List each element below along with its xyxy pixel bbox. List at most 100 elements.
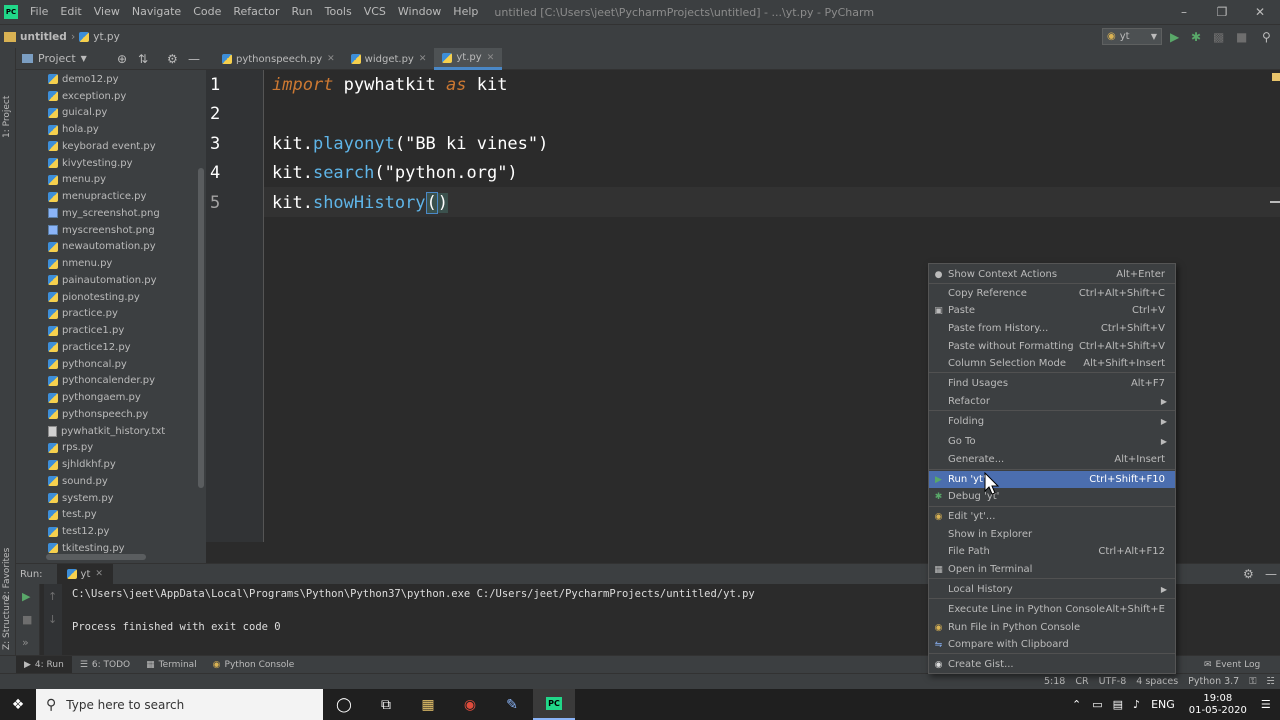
battery-icon[interactable]: ▭ [1092,698,1102,711]
tree-file-item[interactable]: pythonspeech.py [16,406,196,423]
context-menu-item-show-in-explorer[interactable]: Show in Explorer [929,526,1175,543]
tree-file-item[interactable]: practice12.py [16,339,196,356]
close-icon[interactable]: ✕ [95,569,103,579]
context-menu-item-generate[interactable]: Generate... Alt+Insert [929,451,1175,468]
tab-run[interactable]: ▶ 4: Run [16,655,72,674]
context-menu-item-folding[interactable]: Folding ▶ [929,413,1175,430]
indent-setting[interactable]: 4 spaces [1136,676,1178,687]
tab-widget[interactable]: widget.py ✕ [343,48,435,70]
context-menu-item-paste[interactable]: ▣ Paste Ctrl+V [929,302,1175,319]
notification-center-icon[interactable]: ☰ [1261,698,1271,711]
run-tab-yt[interactable]: yt ✕ [56,564,113,584]
minimize-button[interactable]: – [1164,0,1204,24]
chrome-icon[interactable]: ◉ [449,689,491,720]
menu-view[interactable]: View [88,0,126,24]
language-indicator[interactable]: ENG [1151,698,1175,711]
coverage-button[interactable]: ▩ [1213,30,1224,44]
menu-help[interactable]: Help [447,0,484,24]
volume-icon[interactable]: ♪ [1133,698,1140,711]
menu-tools[interactable]: Tools [319,0,358,24]
notepad-icon[interactable]: ✎ [491,689,533,720]
context-menu-item-copy-reference[interactable]: Copy Reference Ctrl+Alt+Shift+C [929,285,1175,302]
tree-file-item[interactable]: sjhldkhf.py [16,456,196,473]
context-menu-item-refactor[interactable]: Refactor ▶ [929,393,1175,410]
hide-panel-icon[interactable]: — [188,52,200,66]
context-menu-item-debug-yt[interactable]: ✱ Debug 'yt' [929,488,1175,505]
structure-tool-tab[interactable]: Z: Structure [2,596,12,650]
menu-window[interactable]: Window [392,0,447,24]
tree-file-item[interactable]: menu.py [16,172,196,189]
context-menu-item-create-gist[interactable]: ◉ Create Gist... [929,656,1175,673]
menu-run[interactable]: Run [286,0,319,24]
context-menu-item-go-to[interactable]: Go To ▶ [929,433,1175,450]
tree-horizontal-scrollbar[interactable] [46,554,146,560]
context-menu-item-run-yt[interactable]: ▶ Run 'yt' Ctrl+Shift+F10 [929,471,1175,488]
tree-file-item[interactable]: pythongaem.py [16,389,196,406]
stop-icon[interactable]: ■ [22,613,32,626]
event-log-button[interactable]: ✉ Event Log [1196,656,1268,674]
tree-file-item[interactable]: demo12.py [16,71,196,88]
file-explorer-icon[interactable]: ▦ [407,689,449,720]
collapse-all-icon[interactable]: ⇅ [138,52,148,66]
tree-file-item[interactable]: pionotesting.py [16,289,196,306]
context-menu-item-edit-yt[interactable]: ◉ Edit 'yt'... [929,508,1175,525]
task-view-icon[interactable]: ⧉ [365,689,407,720]
search-icon[interactable]: ⚲ [1262,30,1271,44]
tree-file-item[interactable]: painautomation.py [16,272,196,289]
menu-file[interactable]: File [24,0,54,24]
context-menu-item-column-selection-mode[interactable]: Column Selection Mode Alt+Shift+Insert [929,355,1175,372]
caret-position[interactable]: 5:18 [1044,676,1065,687]
context-menu-item-file-path[interactable]: File Path Ctrl+Alt+F12 [929,543,1175,560]
menu-vcs[interactable]: VCS [358,0,392,24]
tab-python-console[interactable]: ◉ Python Console [205,656,303,674]
tab-yt[interactable]: yt.py ✕ [434,48,503,70]
context-menu-item-paste-from-history[interactable]: Paste from History... Ctrl+Shift+V [929,320,1175,337]
menu-navigate[interactable]: Navigate [126,0,187,24]
tree-scrollbar[interactable] [198,168,204,488]
context-menu-item-open-in-terminal[interactable]: ▦ Open in Terminal [929,561,1175,578]
line-separator[interactable]: CR [1075,676,1088,687]
debug-button[interactable]: ✱ [1191,30,1201,44]
chevron-down-icon[interactable]: ▼ [81,54,87,63]
gear-icon[interactable]: ⚙ [1243,567,1254,581]
tree-file-item[interactable]: test.py [16,507,196,524]
context-menu-item-execute-line-in-python-console[interactable]: Execute Line in Python Console Alt+Shift+… [929,601,1175,618]
tree-file-item[interactable]: menupractice.py [16,188,196,205]
tree-file-item[interactable]: practice1.py [16,322,196,339]
network-icon[interactable]: ▤ [1113,698,1123,711]
cortana-icon[interactable]: ◯ [323,689,365,720]
file-encoding[interactable]: UTF-8 [1099,676,1127,687]
tree-file-item[interactable]: exception.py [16,88,196,105]
tray-chevron-icon[interactable]: ⌃ [1072,698,1081,711]
windows-start-icon[interactable]: ❖ [0,689,36,720]
close-icon[interactable]: ✕ [327,54,335,64]
context-menu-item-local-history[interactable]: Local History ▶ [929,581,1175,598]
tab-terminal[interactable]: ▦ Terminal [138,656,205,674]
close-icon[interactable]: ✕ [419,54,427,64]
tree-file-item[interactable]: test12.py [16,523,196,540]
notifications-icon[interactable]: ☵ [1266,676,1275,687]
python-interpreter[interactable]: Python 3.7 [1188,676,1239,687]
project-view-select[interactable]: Project [38,52,76,65]
tree-file-item[interactable]: pywhatkit_history.txt [16,423,196,440]
menu-refactor[interactable]: Refactor [227,0,285,24]
tree-file-item[interactable]: hola.py [16,121,196,138]
tab-todo[interactable]: ☰ 6: TODO [72,656,138,674]
tree-file-item[interactable]: rps.py [16,440,196,457]
tree-file-item[interactable]: pythoncalender.py [16,373,196,390]
breadcrumb-project[interactable]: untitled [20,31,67,43]
tree-file-item[interactable]: keyborad event.py [16,138,196,155]
scroll-down-icon[interactable]: ↓ [48,613,57,626]
lock-icon[interactable]: ⚿ [1249,676,1256,687]
close-icon[interactable]: ✕ [487,53,495,63]
tree-file-item[interactable]: nmenu.py [16,255,196,272]
scroll-up-icon[interactable]: ↑ [48,590,57,603]
tree-file-item[interactable]: pythoncal.py [16,356,196,373]
inspection-indicator-icon[interactable] [1272,73,1280,81]
tree-file-item[interactable]: kivytesting.py [16,155,196,172]
menu-edit[interactable]: Edit [54,0,87,24]
breadcrumb-file[interactable]: yt.py [93,31,120,43]
rerun-icon[interactable]: ▶ [22,590,30,603]
gear-icon[interactable]: ⚙ [167,52,178,66]
context-menu-item-compare-with-clipboard[interactable]: ⇋ Compare with Clipboard [929,636,1175,653]
